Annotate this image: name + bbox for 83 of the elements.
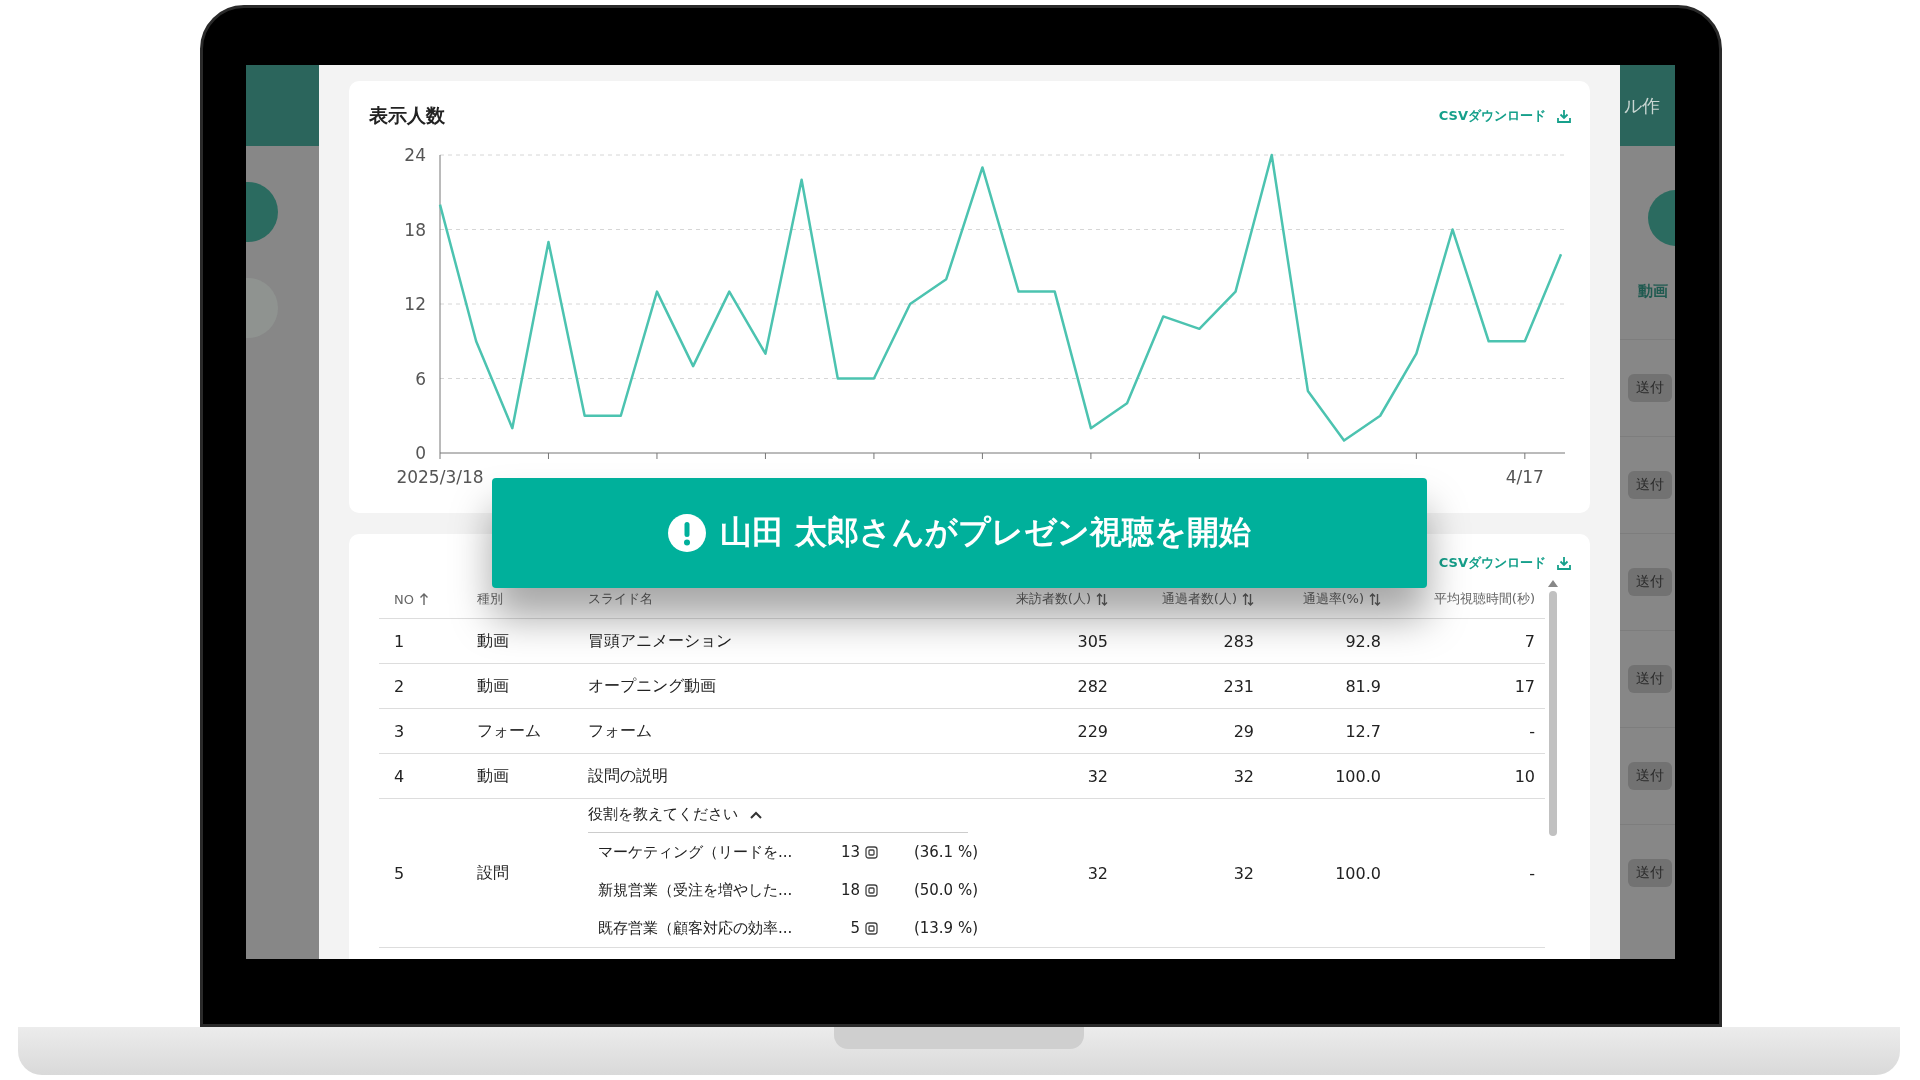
send-button[interactable]: 送付 [1628, 665, 1672, 693]
column-header: NO [394, 591, 414, 607]
table-cell-text: フォーム [477, 720, 542, 742]
download-icon [1556, 555, 1572, 571]
table-cell-text: 動画 [477, 675, 510, 697]
table-cell-text: オープニング動画 [588, 675, 717, 697]
chevron-up-icon [750, 810, 762, 819]
y-axis-label: 12 [404, 294, 426, 314]
send-button[interactable]: 送付 [1628, 568, 1672, 596]
table-cell-text: 305 [1076, 631, 1108, 651]
table-cell-text: 282 [1076, 676, 1108, 696]
table-cell-text: 7 [1523, 631, 1535, 651]
table-cell-text: 231 [1222, 676, 1254, 696]
option-count: 5 [850, 919, 860, 937]
column-header: 来訪者数(人) [1015, 590, 1091, 608]
square-icon [865, 845, 878, 859]
table-cell-text: 設問の説明 [588, 765, 669, 787]
option-percent: (50.0 %) [912, 881, 978, 899]
table-cell-text: - [1528, 863, 1535, 883]
table-cell-text: 4 [394, 766, 406, 786]
table-cell-text: 81.9 [1344, 676, 1381, 696]
table-cell-text: 229 [1076, 721, 1108, 741]
table-cell-text: フォーム [588, 720, 653, 742]
table-cell-text: 100.0 [1334, 766, 1381, 786]
question-toggle[interactable]: 役割を教えてください [588, 805, 968, 833]
scrollbar-thumb[interactable] [1549, 591, 1557, 836]
table-cell-text: 29 [1232, 721, 1254, 741]
option-label: 既存営業（顧客対応の効率... [598, 918, 794, 938]
send-button[interactable]: 送付 [1628, 374, 1672, 402]
table-cell-text: 32 [1232, 766, 1254, 786]
table-cell-text: 動画 [477, 630, 510, 652]
table-cell-text: 2 [394, 676, 406, 696]
toast-message: 山田 太郎さんがプレゼン視聴を開始 [719, 512, 1252, 553]
send-button[interactable]: 送付 [1628, 859, 1672, 887]
download-icon [1556, 108, 1572, 124]
table-cell-text: 17 [1513, 676, 1535, 696]
send-button[interactable]: 送付 [1628, 471, 1672, 499]
table-cell-text: 10 [1513, 766, 1535, 786]
square-icon [865, 921, 878, 935]
option-count: 13 [840, 843, 860, 861]
table-cell-text: 5 [394, 863, 406, 883]
column-header: 平均視聴時間(秒) [1433, 590, 1535, 608]
option-count: 18 [840, 881, 860, 899]
section-label: 動画 [1638, 282, 1669, 301]
x-axis-label: 4/17 [1505, 467, 1544, 487]
column-header: スライド名 [588, 590, 653, 608]
sort-icon[interactable] [1096, 592, 1108, 606]
column-header: 種別 [477, 590, 503, 608]
option-percent: (13.9 %) [912, 919, 978, 937]
option-percent: (36.1 %) [912, 843, 978, 861]
table-cell-text: 32 [1232, 863, 1254, 883]
alert-icon [667, 514, 706, 552]
square-icon [865, 883, 878, 897]
table-cell-text: 1 [394, 631, 406, 651]
x-axis-label: 2025/3/18 [396, 467, 484, 487]
panel-header: ル作 [1620, 65, 1675, 146]
option-label: マーケティング（リードを... [598, 842, 794, 862]
table-cell-text: 32 [1086, 766, 1108, 786]
sort-up-icon[interactable] [418, 592, 429, 606]
csv-download-link[interactable]: CSVダウンロード [1438, 107, 1572, 125]
y-axis-label: 24 [404, 145, 426, 165]
option-label: 新規営業（受注を増やした... [598, 880, 794, 900]
sort-icon[interactable] [1242, 592, 1254, 606]
table-cell-text: - [1528, 721, 1535, 741]
table-cell-text: 32 [1086, 863, 1108, 883]
column-header: 通過者数(人) [1161, 590, 1237, 608]
y-axis-label: 18 [404, 219, 426, 240]
table-cell-text: 動画 [477, 765, 510, 787]
table-cell-text: 12.7 [1344, 721, 1381, 741]
y-axis-label: 0 [415, 443, 426, 463]
y-axis-label: 6 [415, 368, 426, 389]
card-title: 表示人数 [369, 103, 445, 128]
table-cell-text: 設問 [477, 862, 510, 884]
table-cell-text: 92.8 [1344, 631, 1381, 651]
table-cell-text: 100.0 [1334, 863, 1381, 883]
table-cell-text: 283 [1222, 631, 1254, 651]
sort-icon[interactable] [1369, 592, 1381, 606]
table-cell-text: 冒頭アニメーション [588, 630, 733, 652]
csv-download-link[interactable]: CSVダウンロード [1438, 554, 1572, 572]
scroll-up-icon[interactable] [1548, 580, 1558, 587]
send-button[interactable]: 送付 [1628, 762, 1672, 790]
table-cell-text: 3 [394, 721, 406, 741]
column-header: 通過率(%) [1302, 590, 1364, 608]
